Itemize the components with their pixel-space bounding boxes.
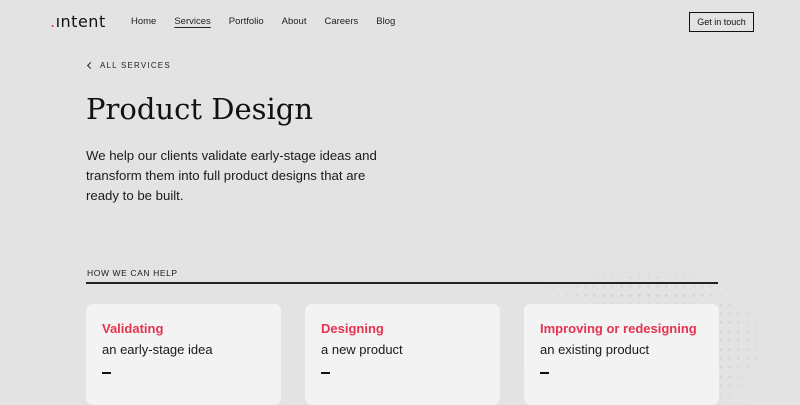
nav-link-about[interactable]: About <box>282 16 307 27</box>
logo-text: ıntent <box>55 12 106 31</box>
logo[interactable]: .ıntent <box>50 12 106 31</box>
get-in-touch-button[interactable]: Get in touch <box>689 12 754 32</box>
section-heading: HOW WE CAN HELP <box>87 268 178 278</box>
nav-link-careers[interactable]: Careers <box>324 16 358 27</box>
nav-links: Home Services Portfolio About Careers Bl… <box>131 16 413 27</box>
section-divider <box>86 282 718 284</box>
card-title: Designing <box>321 321 384 336</box>
card-subtitle: a new product <box>321 342 403 357</box>
all-services-label: ALL SERVICES <box>100 61 171 70</box>
card-title: Improving or redesigning <box>540 321 697 336</box>
service-card-improving[interactable]: Improving or redesigning an existing pro… <box>524 304 719 405</box>
intro-paragraph: We help our clients validate early-stage… <box>86 148 377 203</box>
nav-link-home[interactable]: Home <box>131 16 156 27</box>
card-dash <box>321 372 330 374</box>
service-card-designing[interactable]: Designing a new product <box>305 304 500 405</box>
card-subtitle: an early-stage idea <box>102 342 213 357</box>
card-subtitle: an existing product <box>540 342 650 357</box>
card-dash <box>540 372 549 374</box>
all-services-link[interactable]: ALL SERVICES <box>86 61 171 70</box>
nav-link-blog[interactable]: Blog <box>376 16 395 27</box>
chevron-left-icon <box>86 61 95 70</box>
service-card-validating[interactable]: Validating an early-stage idea <box>86 304 281 405</box>
page-title: Product Design <box>86 92 314 126</box>
card-dash <box>102 372 111 374</box>
nav-link-services[interactable]: Services <box>174 16 210 27</box>
nav-link-portfolio[interactable]: Portfolio <box>229 16 264 27</box>
top-navigation: .ıntent Home Services Portfolio About Ca… <box>0 0 800 44</box>
card-title: Validating <box>102 321 164 336</box>
